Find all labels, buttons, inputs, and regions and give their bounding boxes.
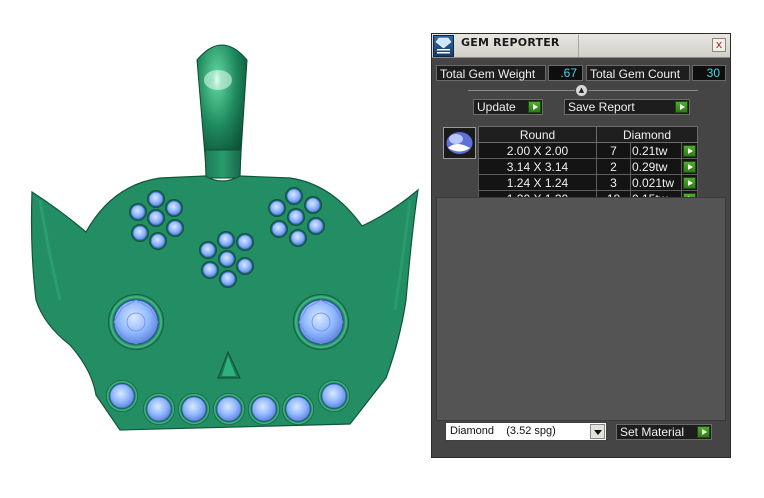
row-select-button[interactable] bbox=[681, 174, 698, 191]
panel-titlebar[interactable]: GEM REPORTER x bbox=[432, 34, 730, 58]
save-report-button[interactable]: Save Report bbox=[564, 99, 690, 115]
column-header-diamond: Diamond bbox=[596, 126, 698, 143]
gem-size-cell: 3.14 X 3.14 bbox=[478, 158, 597, 175]
gem-weight-cell: 0.021tw bbox=[630, 174, 682, 191]
panel-title: GEM REPORTER bbox=[461, 36, 560, 49]
gem-count-cell: 2 bbox=[596, 158, 631, 175]
column-header-round: Round bbox=[478, 126, 597, 143]
gem-weight-cell: 0.21tw bbox=[630, 142, 682, 159]
gem-table-header: Round Diamond bbox=[478, 126, 698, 143]
gem-reporter-panel: GEM REPORTER x Total Gem Weight .67 Tota… bbox=[431, 33, 731, 458]
gem-weight-cell: 0.29tw bbox=[630, 158, 682, 175]
right-eye-gem bbox=[293, 294, 349, 350]
play-arrow-icon bbox=[683, 145, 696, 158]
table-row[interactable]: 1.24 X 1.24 3 0.021tw bbox=[478, 174, 698, 191]
round-gem-thumbnail-icon[interactable] bbox=[443, 127, 476, 159]
set-material-button[interactable]: Set Material bbox=[616, 424, 712, 440]
gem-list-area bbox=[436, 197, 726, 421]
play-arrow-icon bbox=[683, 161, 696, 174]
update-button[interactable]: Update bbox=[473, 99, 543, 115]
model-viewport[interactable] bbox=[0, 0, 430, 498]
title-divider bbox=[578, 35, 579, 57]
gem-size-cell: 1.24 X 1.24 bbox=[478, 174, 597, 191]
total-gem-count-value: 30 bbox=[692, 65, 726, 81]
material-dropdown-value: Diamond (3.52 spg) bbox=[450, 425, 556, 437]
play-arrow-icon bbox=[528, 101, 541, 113]
row-select-button[interactable] bbox=[681, 142, 698, 159]
play-arrow-icon bbox=[675, 101, 688, 113]
table-row[interactable]: 3.14 X 3.14 2 0.29tw bbox=[478, 158, 698, 175]
gem-size-cell: 2.00 X 2.00 bbox=[478, 142, 597, 159]
gem-table: Round Diamond 2.00 X 2.00 7 0.21tw 3.14 … bbox=[478, 126, 698, 207]
skull-pendant-model[interactable] bbox=[0, 0, 430, 498]
play-arrow-icon bbox=[683, 177, 696, 190]
save-report-button-label: Save Report bbox=[568, 100, 635, 114]
set-material-button-label: Set Material bbox=[620, 425, 685, 439]
left-eye-gem bbox=[108, 294, 164, 350]
gem-reporter-app-icon bbox=[433, 35, 454, 57]
chevron-down-icon[interactable] bbox=[590, 424, 605, 439]
total-gem-weight-label: Total Gem Weight bbox=[436, 65, 546, 81]
total-gem-weight-value: .67 bbox=[548, 65, 583, 81]
gem-count-cell: 3 bbox=[596, 174, 631, 191]
row-select-button[interactable] bbox=[681, 158, 698, 175]
close-button[interactable]: x bbox=[712, 38, 726, 52]
panel-slider-knob[interactable]: ▲ bbox=[575, 84, 588, 97]
update-button-label: Update bbox=[477, 100, 516, 114]
total-gem-count-label: Total Gem Count bbox=[586, 65, 690, 81]
gem-count-cell: 7 bbox=[596, 142, 631, 159]
table-row[interactable]: 2.00 X 2.00 7 0.21tw bbox=[478, 142, 698, 159]
play-arrow-icon bbox=[697, 426, 710, 438]
material-dropdown[interactable]: Diamond (3.52 spg) bbox=[445, 422, 607, 441]
